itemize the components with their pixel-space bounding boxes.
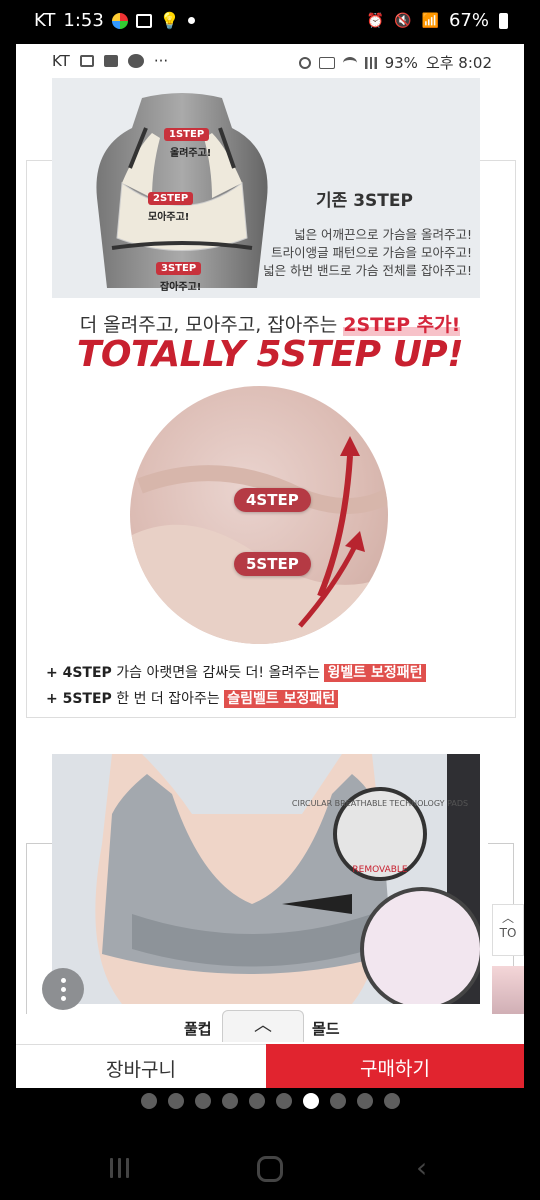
chevron-left-icon: ‹ xyxy=(416,1151,428,1184)
closeup-illustration xyxy=(130,436,388,644)
pager-dot[interactable] xyxy=(356,1093,373,1109)
product-photo-illustration: REMOVABLE CIRCULAR BREATHABLE TECHNOLOGY… xyxy=(52,754,480,1004)
tab-mold[interactable]: 몰드 xyxy=(312,1018,340,1039)
gallery-notification-icon xyxy=(135,13,152,28)
three-step-panel: 1STEP 올려주고! 2STEP 모아주고! 3STEP 잡아주고! 기존 3… xyxy=(52,78,480,298)
status-bar: KT 1:53 💡 ⏰ 🔇 📶 67% xyxy=(0,0,540,44)
pager-dot[interactable] xyxy=(383,1093,400,1109)
scroll-to-top-button[interactable]: ︿ TO xyxy=(492,904,524,956)
headline-title: TOTALLY 5STEP UP! xyxy=(76,334,464,375)
carrier-label: KT xyxy=(34,10,56,31)
product-photo: REMOVABLE CIRCULAR BREATHABLE TECHNOLOGY… xyxy=(52,754,480,1004)
app-notification-icon xyxy=(111,12,128,29)
buy-now-button[interactable]: 구매하기 xyxy=(266,1044,524,1088)
three-step-description: 넓은 어깨끈으로 가슴을 올려주고! 트라이앵글 패턴으로 가슴을 모아주고! … xyxy=(263,227,472,278)
feature-5step: + 5STEP 한 번 더 잡아주는 슬림벨트 보정패턴 xyxy=(46,688,339,708)
removable-text: REMOVABLE xyxy=(352,865,408,875)
inner-alarm-icon xyxy=(298,56,311,69)
headline-subtitle: 더 올려주고, 모아주고, 잡아주는 2STEP 추가! xyxy=(79,314,461,336)
toggle-panel-button[interactable]: ︿ xyxy=(222,1010,304,1042)
step-1-badge: 1STEP xyxy=(164,128,210,141)
battery-icon xyxy=(499,12,508,29)
step-4-pill: 4STEP xyxy=(234,488,311,512)
pager-dot-active[interactable] xyxy=(302,1093,319,1109)
mute-icon: 🔇 xyxy=(394,12,412,29)
pager-dot[interactable] xyxy=(167,1093,184,1109)
inner-gallery-icon xyxy=(79,55,94,67)
step-2-caption: 모아주고! xyxy=(148,212,190,223)
product-detail-content: 1STEP 올려주고! 2STEP 모아주고! 3STEP 잡아주고! 기존 3… xyxy=(16,78,524,1054)
wifi-icon: 📶 xyxy=(421,12,439,29)
pager-dot[interactable] xyxy=(248,1093,265,1109)
time-label: 1:53 xyxy=(63,10,104,31)
alarm-clock-icon: ⏰ xyxy=(366,12,385,29)
pager-dot[interactable] xyxy=(194,1093,211,1109)
lightbulb-icon: 💡 xyxy=(159,11,180,30)
pager-dot[interactable] xyxy=(221,1093,238,1109)
recent-apps-button[interactable] xyxy=(110,1158,132,1178)
step-1-caption: 올려주고! xyxy=(170,148,212,159)
inner-time-label: 오후 8:02 xyxy=(425,54,492,72)
step-3-caption: 잡아주고! xyxy=(160,282,202,293)
pager-dot[interactable] xyxy=(329,1093,346,1109)
inner-status-bar: KT ··· 93% 오후 8:02 xyxy=(16,44,524,78)
step-2-badge: 2STEP xyxy=(148,192,194,205)
add-to-cart-button[interactable]: 장바구니 xyxy=(16,1044,266,1088)
step-3-badge: 3STEP xyxy=(156,262,202,275)
inner-battery-label: 93% xyxy=(384,53,418,72)
chevron-up-icon: ︿ xyxy=(254,1015,272,1036)
inner-talk-icon xyxy=(127,54,144,68)
inner-carrier-label: KT xyxy=(52,52,70,70)
inner-wifi-icon xyxy=(342,56,357,69)
pager-dot[interactable] xyxy=(275,1093,292,1109)
feature-4step: + 4STEP 가슴 아랫면을 감싸듯 더! 올려주는 윙벨트 보정패턴 xyxy=(46,662,426,682)
option-tabs: 풀컵 ︿ 몰드 xyxy=(16,1010,524,1044)
closeup-circle-image: 4STEP 5STEP xyxy=(110,386,410,646)
inner-hd-icon xyxy=(318,56,335,69)
inner-message-icon xyxy=(103,55,118,67)
more-options-button[interactable] xyxy=(42,968,84,1010)
purchase-bar: 장바구니 구매하기 xyxy=(16,1044,524,1088)
image-pager-dots xyxy=(0,1088,540,1114)
tab-full-cup[interactable]: 풀컵 xyxy=(184,1018,212,1039)
more-notifications-dot-icon xyxy=(187,17,195,24)
inner-signal-icon xyxy=(364,56,377,69)
step-5-pill: 5STEP xyxy=(234,552,311,576)
inner-more-label: ··· xyxy=(153,52,169,70)
back-button[interactable]: ‹ xyxy=(416,1154,427,1182)
home-button[interactable] xyxy=(257,1156,283,1182)
battery-label: 67% xyxy=(448,10,489,31)
chevron-up-icon: ︿ xyxy=(501,911,514,925)
three-step-title: 기존 3STEP xyxy=(316,191,413,211)
system-navigation-bar: ‹ xyxy=(0,1132,540,1200)
pager-dot[interactable] xyxy=(140,1093,157,1109)
ring-caption-text: CIRCULAR BREATHABLE TECHNOLOGY PADS xyxy=(292,799,468,808)
shared-screenshot-frame: KT ··· 93% 오후 8:02 1STEP 올려주고! 2STEP 모아주… xyxy=(16,44,524,1088)
